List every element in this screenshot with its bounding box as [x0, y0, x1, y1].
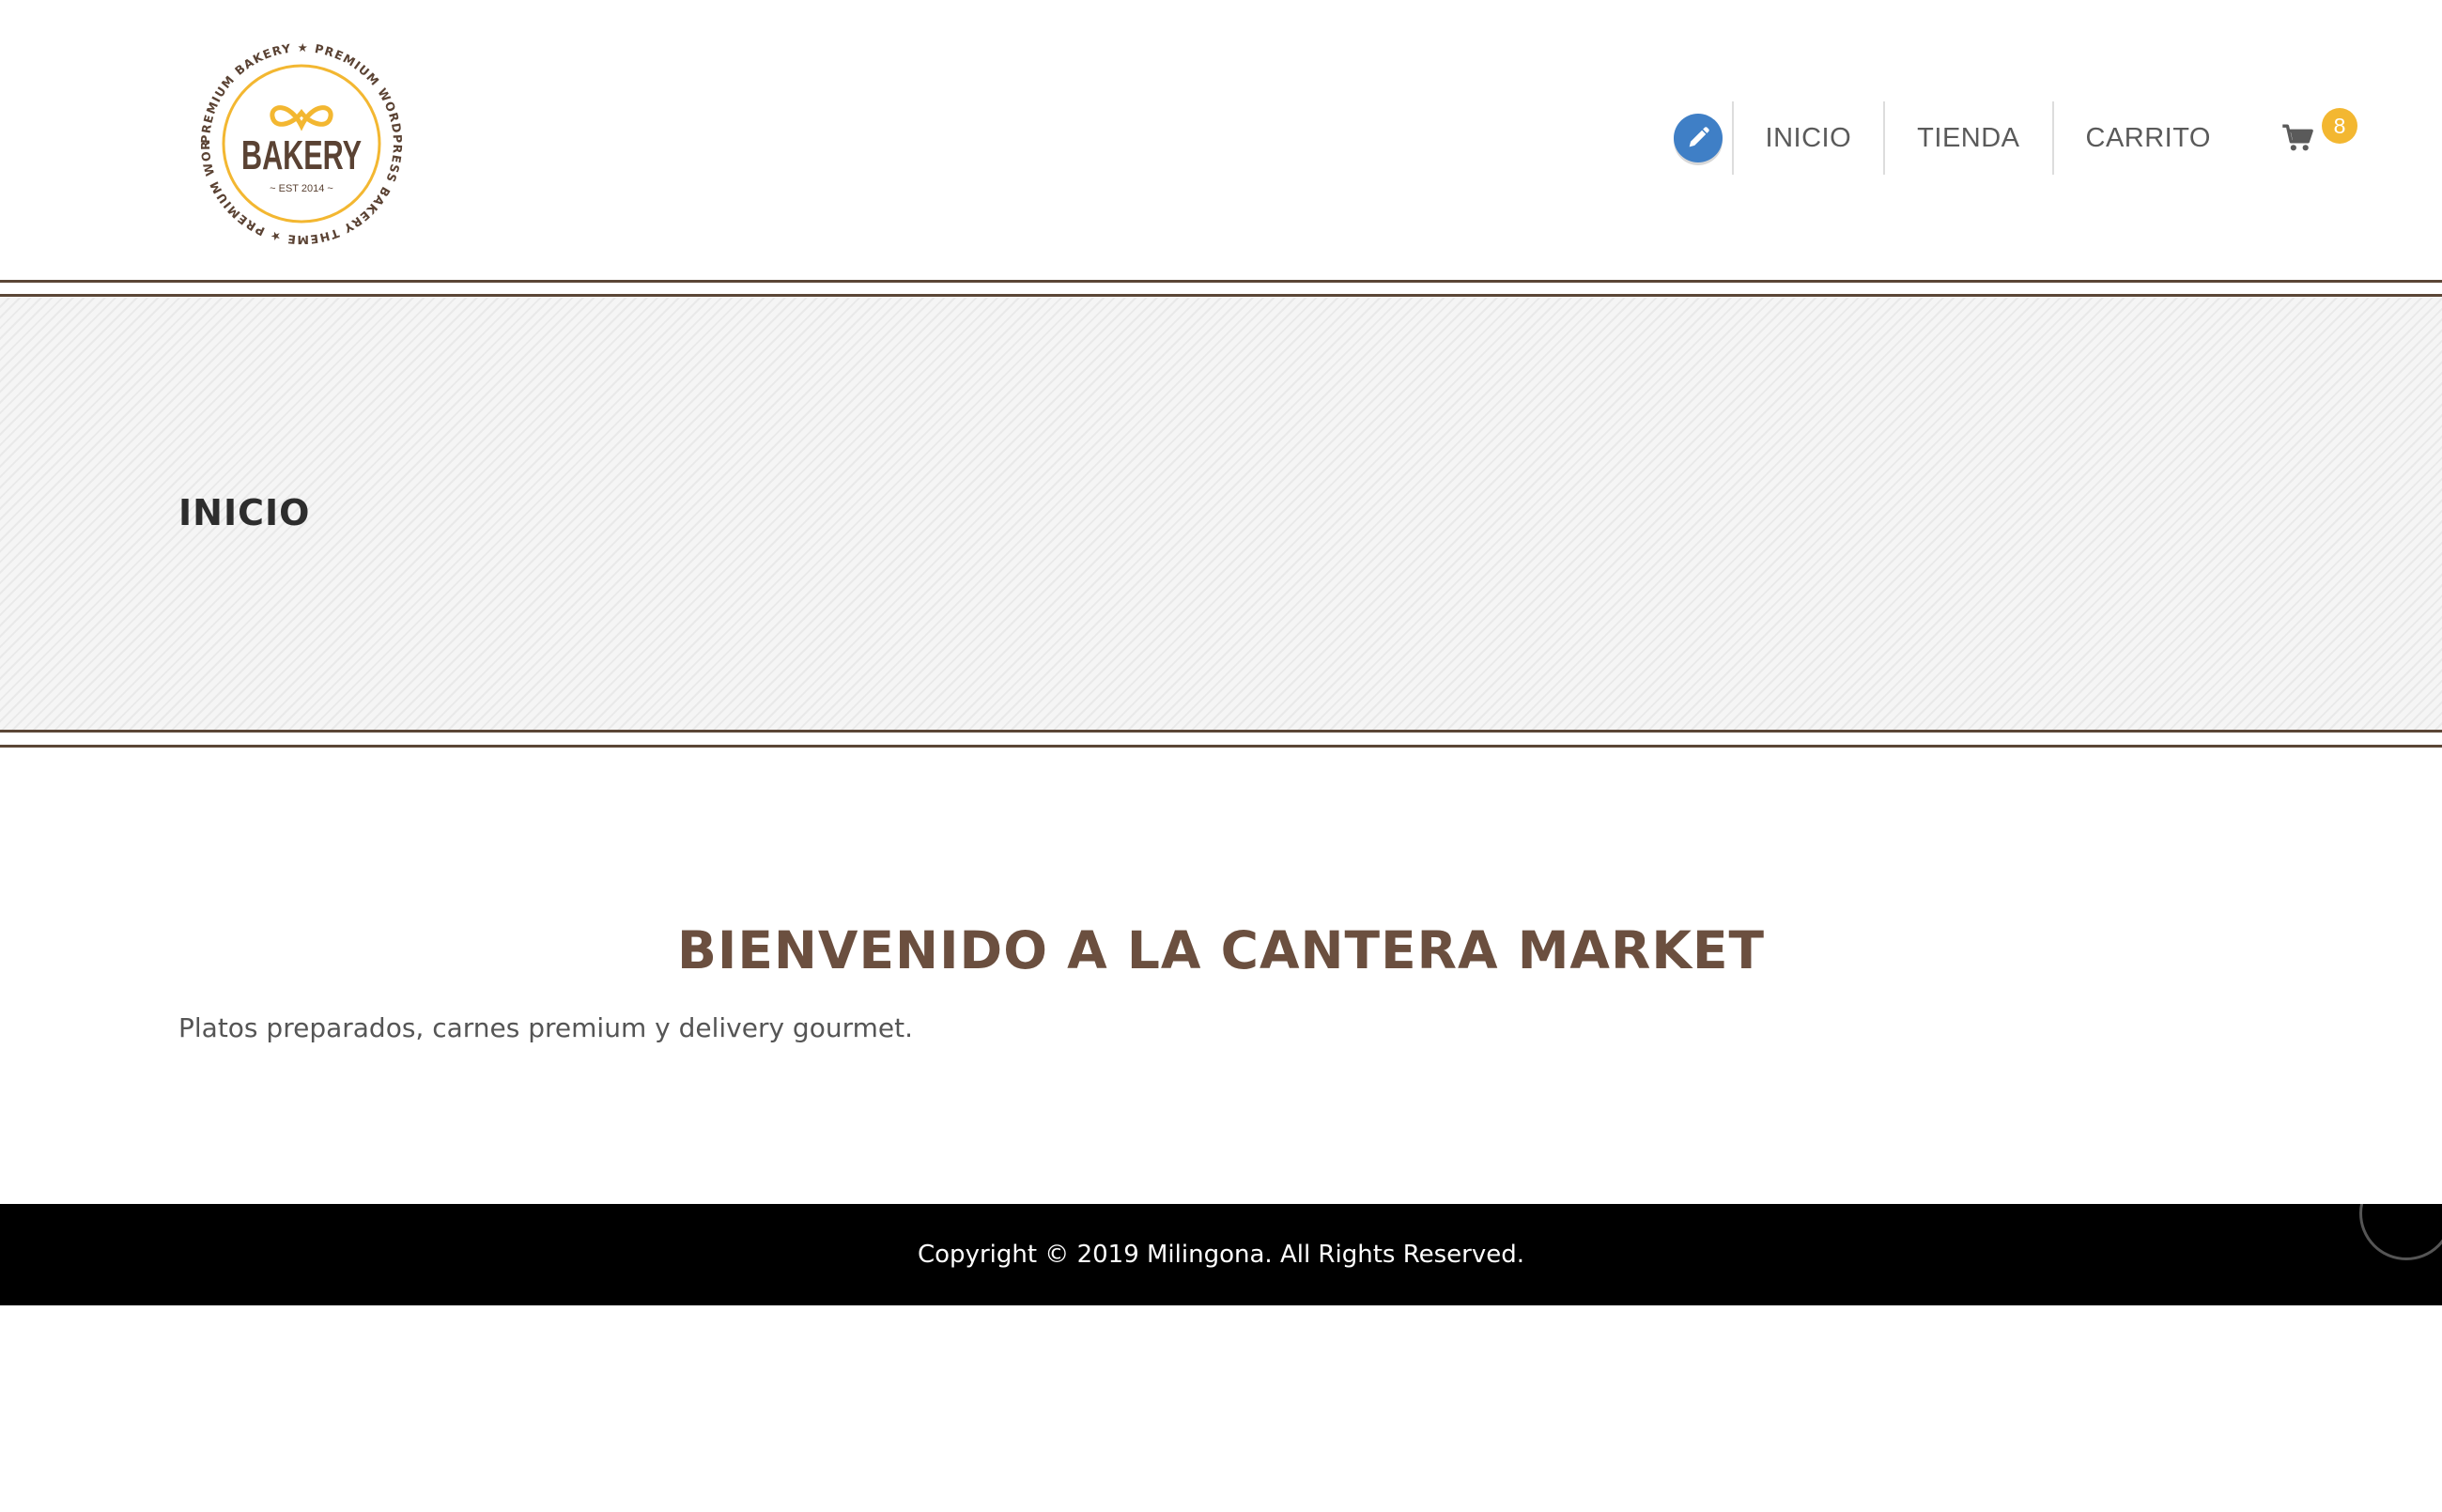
edit-button[interactable] [1673, 114, 1723, 162]
cart-count-badge: 8 [2322, 108, 2357, 144]
band-rule-bottom [0, 745, 2442, 748]
welcome-heading: BIENVENIDO A LA CANTERA MARKET [676, 920, 1766, 980]
header-rule-top [0, 280, 2442, 283]
copyright-text: Copyright © 2019 Milingona. All Rights R… [918, 1241, 1524, 1269]
cart-button[interactable]: 8 [2275, 108, 2357, 166]
page-title: INICIO [178, 492, 311, 533]
bakery-logo[interactable]: PREMIUM BAKERY ★ PREMIUM WORDPRESS BAKER… [197, 39, 406, 248]
pencil-icon [1689, 127, 1709, 147]
nav-item-carrito[interactable]: CARRITO [2054, 123, 2243, 154]
shopping-cart-icon [2282, 124, 2313, 151]
scroll-to-top-button[interactable] [2359, 1204, 2442, 1260]
site-header: PREMIUM BAKERY ★ PREMIUM WORDPRESS BAKER… [0, 0, 2442, 280]
logo-est: ~ EST 2014 ~ [270, 183, 333, 194]
band-rule-top [0, 730, 2442, 733]
main-nav: INICIO TIENDA CARRITO 8 [1673, 101, 2357, 175]
nav-item-inicio[interactable]: INICIO [1734, 123, 1884, 154]
nav-item-tienda[interactable]: TIENDA [1885, 123, 2051, 154]
header-rule-bottom [0, 294, 2442, 297]
page-title-band [0, 298, 2442, 730]
site-footer: Copyright © 2019 Milingona. All Rights R… [0, 1204, 2442, 1305]
logo-brand: BAKERY [241, 132, 362, 178]
welcome-text: Platos preparados, carnes premium y deli… [178, 1012, 913, 1043]
